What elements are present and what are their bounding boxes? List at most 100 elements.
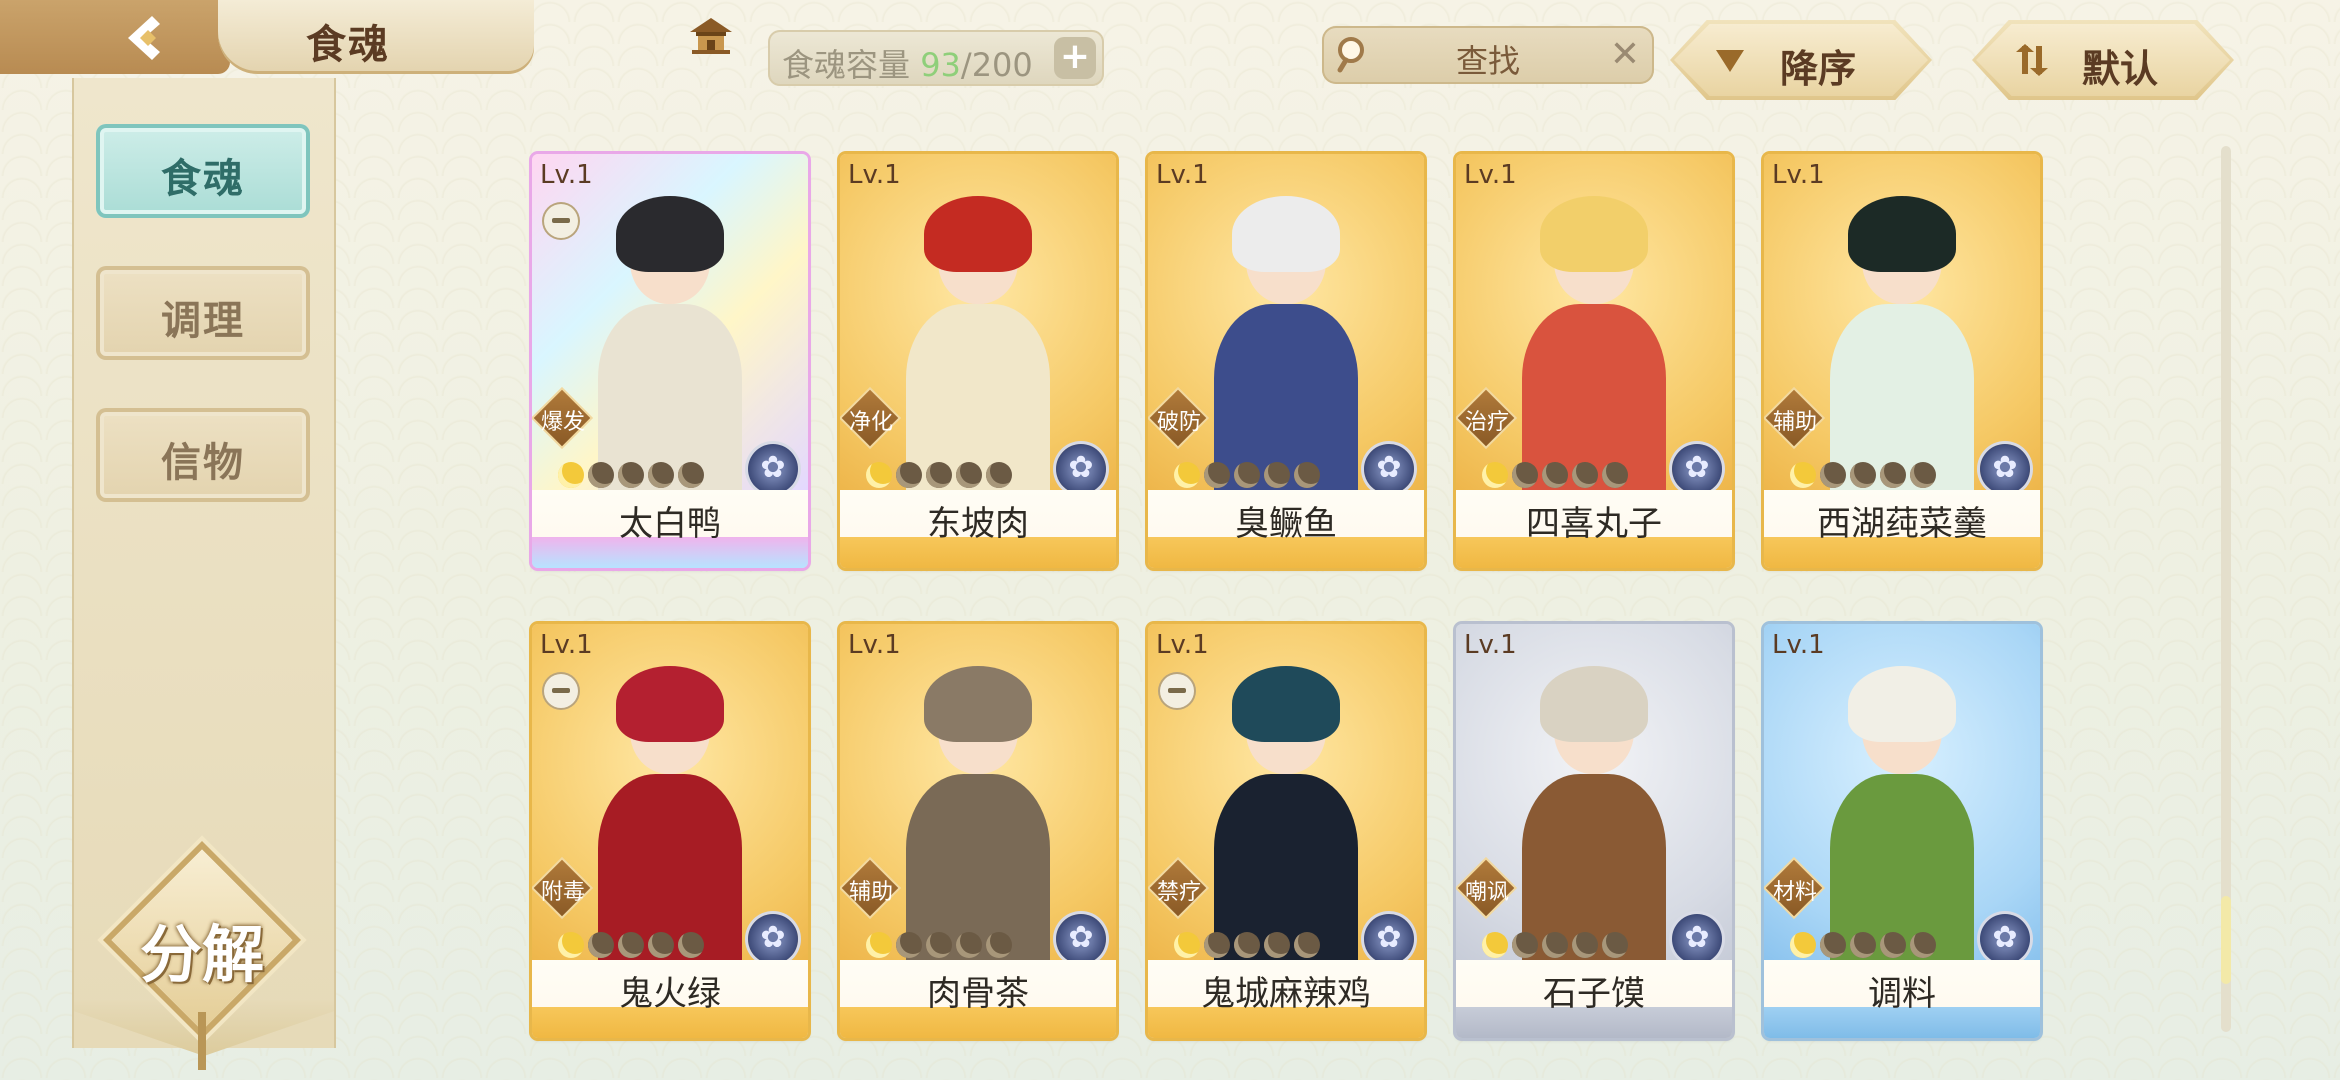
- star-icon: [1910, 932, 1936, 958]
- role-label: 治疗: [1464, 410, 1509, 435]
- star-icon: [1880, 462, 1906, 488]
- food-soul-card[interactable]: Lv.1 禁疗鬼城麻辣鸡: [1148, 624, 1424, 1038]
- back-button[interactable]: [0, 0, 230, 74]
- food-soul-card[interactable]: Lv.1 破防臭鳜鱼: [1148, 154, 1424, 568]
- add-capacity-button[interactable]: +: [1054, 37, 1096, 79]
- star-icon: [1850, 462, 1876, 488]
- star-icon: [1820, 462, 1846, 488]
- star-icon: [1174, 932, 1200, 958]
- food-soul-card[interactable]: Lv.1 材料调料: [1764, 624, 2040, 1038]
- star-icon: [926, 932, 952, 958]
- character-portrait: [900, 664, 1056, 960]
- food-soul-name: 石子馍: [1543, 974, 1645, 1014]
- star-icon: [1204, 932, 1230, 958]
- back-arrow-icon: [128, 16, 160, 60]
- star-icon: [1542, 932, 1568, 958]
- level-label: Lv.1: [1464, 630, 1517, 660]
- level-label: Lv.1: [1156, 160, 1209, 190]
- character-portrait: [1516, 194, 1672, 490]
- sort-default-button[interactable]: 默认: [1972, 20, 2234, 100]
- star-icon: [1880, 932, 1906, 958]
- tab-conditioning[interactable]: 调理: [96, 266, 310, 360]
- food-soul-card[interactable]: Lv.1 净化东坡肉: [840, 154, 1116, 568]
- capacity-current: 93: [920, 46, 961, 84]
- tab-tokens[interactable]: 信物: [96, 408, 310, 502]
- star-icon: [956, 932, 982, 958]
- name-bar: 东坡肉: [840, 490, 1116, 568]
- star-rating: [1174, 462, 1320, 488]
- food-soul-name: 太白鸭: [619, 504, 721, 544]
- capacity-label: 食魂容量: [782, 46, 911, 84]
- star-icon: [1234, 462, 1260, 488]
- name-bar: 鬼城麻辣鸡: [1148, 960, 1424, 1038]
- element-flower-icon: [1364, 914, 1414, 964]
- food-soul-card[interactable]: Lv.1 爆发太白鸭: [532, 154, 808, 568]
- character-portrait: [900, 194, 1056, 490]
- tab-label: 调理: [161, 298, 245, 344]
- star-icon: [866, 462, 892, 488]
- element-flower-icon: [1672, 914, 1722, 964]
- food-soul-card[interactable]: Lv.1 辅助西湖莼菜羹: [1764, 154, 2040, 568]
- star-icon: [986, 462, 1012, 488]
- star-icon: [986, 932, 1012, 958]
- star-icon: [926, 462, 952, 488]
- food-soul-name: 东坡肉: [927, 504, 1029, 544]
- character-portrait: [1824, 664, 1980, 960]
- title-plate: 食魂: [218, 0, 732, 74]
- element-flower-icon: [748, 914, 798, 964]
- tab-food-soul[interactable]: 食魂: [96, 124, 310, 218]
- food-soul-card[interactable]: Lv.1 附毒鬼火绿: [532, 624, 808, 1038]
- star-rating: [1790, 462, 1936, 488]
- header: 食魂: [0, 0, 732, 74]
- sort-order-button[interactable]: 降序: [1670, 20, 1932, 100]
- star-icon: [896, 462, 922, 488]
- star-icon: [1572, 462, 1598, 488]
- role-label: 禁疗: [1156, 880, 1201, 905]
- star-icon: [1294, 462, 1320, 488]
- food-soul-card[interactable]: Lv.1 嘲讽石子馍: [1456, 624, 1732, 1038]
- cup-icon: [544, 204, 578, 238]
- clear-search-icon[interactable]: ✕: [1610, 34, 1640, 75]
- star-icon: [1910, 462, 1936, 488]
- role-badge: 辅助: [841, 859, 900, 918]
- food-soul-name: 臭鳜鱼: [1235, 504, 1337, 544]
- search-label: 查找: [1455, 42, 1520, 80]
- star-icon: [1512, 932, 1538, 958]
- star-icon: [896, 932, 922, 958]
- triangle-down-icon: [1716, 50, 1744, 72]
- star-icon: [1602, 462, 1628, 488]
- role-badge: 净化: [841, 389, 900, 448]
- star-icon: [1294, 932, 1320, 958]
- element-flower-icon: [1672, 444, 1722, 494]
- star-icon: [1482, 932, 1508, 958]
- star-icon: [956, 462, 982, 488]
- search-field[interactable]: 查找 ✕: [1322, 26, 1654, 84]
- star-icon: [1264, 462, 1290, 488]
- level-label: Lv.1: [1156, 630, 1209, 660]
- star-rating: [1482, 932, 1628, 958]
- element-flower-icon: [1056, 914, 1106, 964]
- star-icon: [618, 932, 644, 958]
- cup-icon: [1160, 674, 1194, 708]
- star-icon: [1174, 462, 1200, 488]
- star-icon: [1602, 932, 1628, 958]
- element-flower-icon: [1980, 914, 2030, 964]
- star-icon: [558, 462, 584, 488]
- star-icon: [1820, 932, 1846, 958]
- tab-label: 信物: [161, 440, 245, 486]
- role-badge: 辅助: [1765, 389, 1824, 448]
- scrollbar-thumb[interactable]: [2221, 896, 2231, 984]
- decompose-button[interactable]: 分解: [111, 849, 293, 1070]
- star-rating: [1174, 932, 1320, 958]
- food-soul-card[interactable]: Lv.1 治疗四喜丸子: [1456, 154, 1732, 568]
- role-badge: 禁疗: [1149, 859, 1208, 918]
- star-icon: [618, 462, 644, 488]
- pavilion-icon[interactable]: [688, 16, 734, 56]
- level-label: Lv.1: [540, 160, 593, 190]
- character-art: Lv.1 破防: [1148, 154, 1424, 494]
- level-label: Lv.1: [1464, 160, 1517, 190]
- character-portrait: [1208, 664, 1364, 960]
- character-art: Lv.1 治疗: [1456, 154, 1732, 494]
- star-icon: [1790, 932, 1816, 958]
- food-soul-card[interactable]: Lv.1 辅助肉骨茶: [840, 624, 1116, 1038]
